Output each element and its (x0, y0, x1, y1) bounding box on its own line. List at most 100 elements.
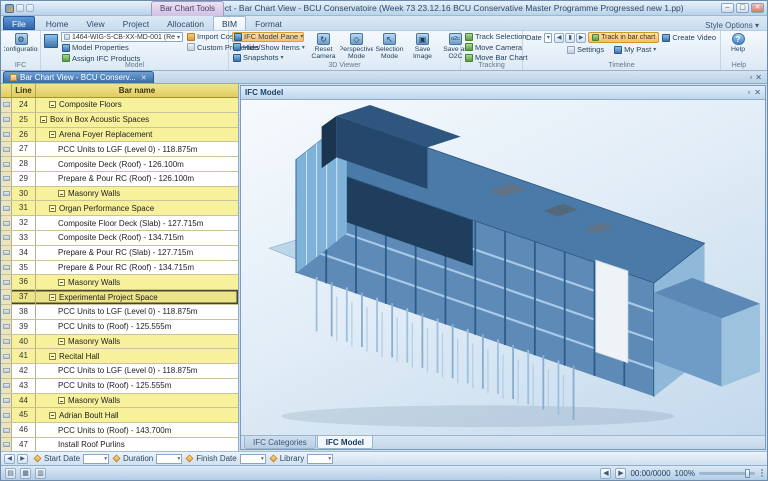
collapse-icon[interactable] (49, 353, 56, 360)
collapse-icon[interactable] (58, 397, 65, 404)
table-row[interactable]: 43 PCC Units to (Roof) - 125.555m (1, 379, 238, 394)
table-row[interactable]: 24 Composite Floors (1, 98, 238, 113)
table-row[interactable]: 33 Composite Deck (Roof) - 134.715m (1, 231, 238, 246)
style-options-button[interactable]: Style Options ▾ (697, 21, 767, 30)
field-start-date[interactable]: Start Date▾ (34, 454, 109, 464)
resize-grip[interactable] (761, 469, 763, 477)
timeline-nav-icon[interactable]: ◀ (554, 33, 564, 43)
close-icon[interactable]: ✕ (141, 74, 147, 82)
view-mode-1-icon[interactable]: ▤ (5, 468, 16, 479)
table-row[interactable]: 30 Masonry Walls (1, 187, 238, 202)
table-row[interactable]: 27 PCC Units to LGF (Level 0) - 118.875m (1, 142, 238, 157)
field-duration[interactable]: Duration▾ (113, 454, 182, 464)
timeline-nav-icon[interactable]: ▮ (565, 33, 575, 43)
view-tab-bar-chart[interactable]: Bar Chart View - BCU Conserv... ✕ (3, 71, 154, 83)
close-button[interactable]: ✕ (751, 3, 764, 13)
view-mode-3-icon[interactable]: ▥ (35, 468, 46, 479)
collapse-icon[interactable] (49, 412, 56, 419)
perspective-mode-button[interactable]: ◇Perspective Mode (340, 32, 373, 62)
collapse-icon[interactable] (49, 131, 56, 138)
field-combo[interactable]: ▾ (240, 454, 266, 464)
field-combo[interactable]: ▾ (156, 454, 182, 464)
table-row[interactable]: 25 Box in Box Acoustic Spaces (1, 113, 238, 128)
3d-viewport[interactable] (241, 100, 765, 435)
next-field-icon[interactable]: ▶ (17, 454, 28, 464)
table-row[interactable]: 46 PCC Units to (Roof) - 143.700m (1, 423, 238, 438)
app-icon[interactable] (5, 4, 14, 13)
field-combo[interactable]: ▾ (307, 454, 333, 464)
zoom-slider-thumb[interactable] (745, 469, 750, 478)
step-back-icon[interactable]: ◀ (600, 468, 611, 479)
table-row[interactable]: 47 Install Roof Purlins (1, 438, 238, 451)
table-row[interactable]: 38 PCC Units to LGF (Level 0) - 118.875m (1, 305, 238, 320)
pane-tab-ifc-categories[interactable]: IFC Categories (244, 436, 316, 449)
table-row[interactable]: 29 Prepare & Pour RC (Roof) - 126.100m (1, 172, 238, 187)
play-icon[interactable]: ▶ (615, 468, 626, 479)
field-combo[interactable]: ▾ (83, 454, 109, 464)
collapse-icon[interactable] (58, 279, 65, 286)
collapse-icon[interactable] (58, 190, 65, 197)
bar-name-label: PCC Units to (Roof) - 125.555m (58, 381, 171, 390)
table-row[interactable]: 42 PCC Units to LGF (Level 0) - 118.875m (1, 364, 238, 379)
date-field[interactable]: ▾ (544, 33, 552, 43)
restore-pane-icon[interactable]: ▫ (749, 73, 752, 82)
table-row[interactable]: 32 Composite Floor Deck (Slab) - 127.715… (1, 216, 238, 231)
reset-camera-button[interactable]: ↻Reset Camera (307, 32, 340, 62)
table-row[interactable]: 40 Masonry Walls (1, 335, 238, 350)
field-library[interactable]: Library▾ (270, 454, 333, 464)
table-row[interactable]: 45 Adrian Boult Hall (1, 408, 238, 423)
table-row[interactable]: 36 Masonry Walls (1, 275, 238, 290)
create-video-button[interactable]: Create Video (661, 33, 717, 43)
configuration-button[interactable]: ⚙ Configuration (4, 32, 38, 61)
table-row[interactable]: 37 Experimental Project Space (1, 290, 238, 305)
3d-building-model[interactable] (241, 100, 765, 435)
table-row[interactable]: 39 PCC Units to (Roof) - 125.555m (1, 320, 238, 335)
timeline-nav-icon[interactable]: ▶ (576, 33, 586, 43)
track-in-bar-chart-button[interactable]: Track in bar chart (588, 32, 659, 43)
zoom-slider[interactable] (699, 472, 755, 475)
minimize-button[interactable]: – (721, 3, 734, 13)
table-row[interactable]: 31 Organ Performance Space (1, 201, 238, 216)
move-camera-toggle[interactable]: Move Camera (464, 43, 519, 53)
undo-icon[interactable] (26, 4, 34, 12)
view-mode-2-icon[interactable]: ▦ (20, 468, 31, 479)
prev-field-icon[interactable]: ◀ (4, 454, 15, 464)
help-button[interactable]: ? Help (724, 32, 752, 61)
my-past-button[interactable]: My Past ▾ (613, 45, 657, 55)
close-icon[interactable]: ✕ (754, 88, 761, 97)
ifc-model-pane-button[interactable]: IFC Model Pane▾ (232, 32, 304, 42)
pin-icon[interactable]: ▫ (747, 88, 750, 97)
selection-mode-button[interactable]: ↖Selection Mode (373, 32, 406, 62)
table-row[interactable]: 34 Prepare & Pour RC (Slab) - 127.715m (1, 246, 238, 261)
column-header-line[interactable]: Line (12, 84, 36, 97)
track-selection-toggle[interactable]: Track Selection (464, 32, 519, 42)
collapse-icon[interactable] (58, 338, 65, 345)
maximize-button[interactable]: ▢ (736, 3, 749, 13)
table-row[interactable]: 41 Recital Hall (1, 349, 238, 364)
collapse-icon[interactable] (49, 205, 56, 212)
table-row[interactable]: 28 Composite Deck (Roof) - 126.100m (1, 157, 238, 172)
table-row[interactable]: 26 Arena Foyer Replacement (1, 128, 238, 143)
save-icon[interactable] (16, 4, 24, 12)
model-selector[interactable]: 1464-WIG-S-CB-XX-MD-001 (Rev ▾ (61, 32, 183, 42)
settings-button[interactable]: Settings (566, 45, 605, 55)
table-row[interactable]: 44 Masonry Walls (1, 394, 238, 409)
ribbon-tab-bim[interactable]: BIM (213, 16, 246, 30)
ribbon-tab-project[interactable]: Project (114, 16, 158, 30)
ribbon-tab-view[interactable]: View (77, 16, 113, 30)
collapse-icon[interactable] (49, 101, 56, 108)
model-properties-button[interactable]: Model Properties (61, 43, 183, 53)
collapse-icon[interactable] (49, 294, 56, 301)
hide-show-items-button[interactable]: Hide/Show Items▾ (232, 43, 304, 53)
pane-tab-ifc-model[interactable]: IFC Model (317, 436, 373, 449)
ribbon-tab-home[interactable]: Home (37, 16, 78, 30)
collapse-icon[interactable] (40, 116, 47, 123)
table-row[interactable]: 35 Prepare & Pour RC (Roof) - 134.715m (1, 261, 238, 276)
ribbon-tab-file[interactable]: File (3, 16, 35, 30)
ribbon-tab-allocation[interactable]: Allocation (158, 16, 213, 30)
close-pane-icon[interactable]: ✕ (755, 73, 762, 82)
ribbon-tab-format[interactable]: Format (246, 16, 291, 30)
save-image-button[interactable]: ▣Save Image (406, 32, 439, 62)
column-header-bar-name[interactable]: Bar name (36, 84, 238, 97)
field-finish-date[interactable]: Finish Date▾ (186, 454, 265, 464)
